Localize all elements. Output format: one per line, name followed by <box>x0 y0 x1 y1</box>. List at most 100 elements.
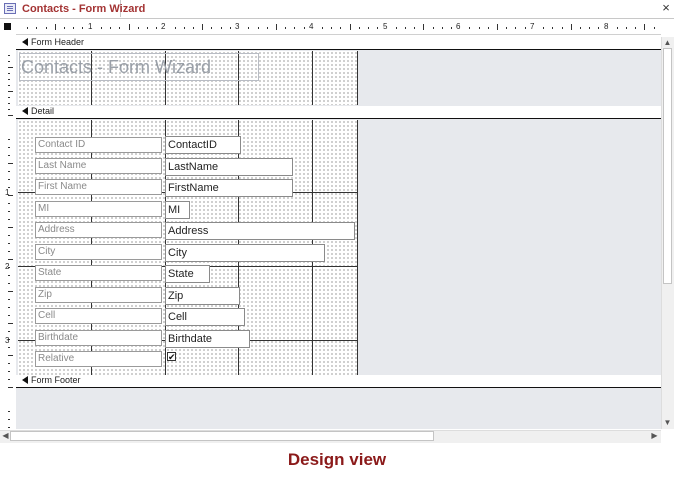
document-tab[interactable]: Contacts - Form Wizard <box>0 0 145 17</box>
ruler-tick <box>8 243 10 244</box>
field-textbox[interactable]: Address <box>165 222 355 240</box>
ruler-tick <box>525 27 526 29</box>
ruler-tick <box>27 27 28 29</box>
ruler-tick <box>175 27 176 29</box>
ruler-tick <box>8 171 10 172</box>
field-label[interactable]: MI <box>35 201 162 217</box>
ruler-tick <box>36 27 37 29</box>
field-label[interactable]: Contact ID <box>35 137 162 153</box>
ruler-tick <box>230 27 231 29</box>
horizontal-scroll-thumb[interactable] <box>10 431 434 441</box>
form-footer-section-bar[interactable]: Form Footer <box>16 375 661 388</box>
ruler-tick <box>368 27 369 29</box>
field-label[interactable]: Birthdate <box>35 330 162 346</box>
ruler-tick <box>8 109 10 110</box>
field-label[interactable]: Last Name <box>35 158 162 174</box>
detail-section-bar[interactable]: Detail <box>16 106 661 119</box>
ruler-tick <box>8 203 10 204</box>
field-textbox[interactable]: ContactID <box>165 136 241 154</box>
grid-line <box>312 51 313 105</box>
field-textbox[interactable]: FirstName <box>165 179 293 197</box>
vertical-ruler[interactable]: 1 2 3 <box>0 37 16 436</box>
ruler-number: 2 <box>5 262 10 271</box>
form-title-label[interactable]: Contacts - Form Wizard <box>19 53 259 81</box>
ruler-number: 5 <box>383 22 388 31</box>
field-label[interactable]: Address <box>35 222 162 238</box>
field-label[interactable]: State <box>35 265 162 281</box>
close-icon[interactable]: × <box>660 1 672 15</box>
ruler-number: 7 <box>530 22 535 31</box>
ruler-corner-select[interactable] <box>4 23 11 30</box>
ruler-number: 3 <box>235 22 240 31</box>
field-label[interactable]: Zip <box>35 287 162 303</box>
ruler-tick <box>8 323 13 324</box>
field-textbox[interactable]: Zip <box>165 287 240 305</box>
ruler-tick <box>8 259 13 260</box>
ruler-tick <box>562 27 563 29</box>
form-header-section-bar[interactable]: Form Header <box>16 37 661 50</box>
ruler-tick <box>8 419 10 420</box>
form-icon <box>4 3 16 14</box>
form-footer-text: Form Footer <box>31 375 81 385</box>
detail-label: Detail <box>22 106 54 116</box>
ruler-tick <box>258 27 259 29</box>
ruler-tick <box>8 299 10 300</box>
ruler-tick <box>635 27 636 29</box>
form-footer-area[interactable] <box>16 388 661 429</box>
ruler-tick <box>414 27 415 29</box>
ruler-tick <box>340 27 341 29</box>
ruler-tick <box>8 61 10 62</box>
ruler-tick <box>55 24 56 30</box>
field-textbox[interactable]: State <box>165 265 210 283</box>
horizontal-ruler[interactable]: 1 2 3 4 5 6 7 8 <box>16 21 661 35</box>
scroll-right-icon[interactable]: ▶ <box>650 431 659 441</box>
ruler-tick <box>423 24 424 30</box>
field-textbox[interactable]: City <box>165 244 325 262</box>
field-textbox[interactable]: MI <box>165 201 190 219</box>
field-label[interactable]: City <box>35 244 162 260</box>
field-label[interactable]: First Name <box>35 179 162 195</box>
ruler-tick <box>8 115 13 116</box>
grid-line <box>357 51 358 105</box>
scroll-left-icon[interactable]: ◀ <box>1 431 10 441</box>
ruler-tick <box>322 27 323 29</box>
ruler-tick <box>8 307 10 308</box>
relative-checkbox[interactable]: ✔ <box>167 352 176 362</box>
ruler-tick <box>8 103 10 104</box>
scroll-up-icon[interactable]: ▲ <box>662 38 673 48</box>
ruler-tick <box>64 27 65 29</box>
ruler-tick <box>8 91 13 92</box>
ruler-tick <box>184 27 185 29</box>
field-textbox[interactable]: Cell <box>165 308 245 326</box>
ruler-tick <box>8 73 10 74</box>
form-footer-label: Form Footer <box>22 375 81 385</box>
field-label[interactable]: Cell <box>35 308 162 324</box>
ruler-tick <box>8 211 10 212</box>
ruler-tick <box>221 27 222 29</box>
ruler-tick <box>8 355 13 356</box>
ruler-tick <box>147 27 148 29</box>
ruler-tick <box>469 27 470 29</box>
scroll-down-icon[interactable]: ▼ <box>662 418 673 428</box>
ruler-tick <box>442 27 443 29</box>
ruler-number: 1 <box>5 188 10 197</box>
ruler-tick <box>8 139 10 140</box>
ruler-tick <box>598 27 599 29</box>
ruler-tick <box>101 27 102 29</box>
form-header-text: Form Header <box>31 37 85 47</box>
field-textbox[interactable]: Birthdate <box>165 330 250 348</box>
ruler-tick <box>156 27 157 29</box>
ruler-tick <box>248 27 249 29</box>
ruler-tick <box>285 27 286 29</box>
ruler-tick <box>276 24 277 30</box>
ruler-tick <box>193 27 194 29</box>
field-textbox[interactable]: LastName <box>165 158 293 176</box>
ruler-tick <box>267 27 268 29</box>
ruler-tick <box>8 379 10 380</box>
ruler-number: 4 <box>309 22 314 31</box>
ruler-tick <box>8 219 10 220</box>
ruler-tick <box>644 24 645 30</box>
ruler-tick <box>626 27 627 29</box>
vertical-scroll-thumb[interactable] <box>663 48 672 284</box>
field-label[interactable]: Relative <box>35 351 162 367</box>
